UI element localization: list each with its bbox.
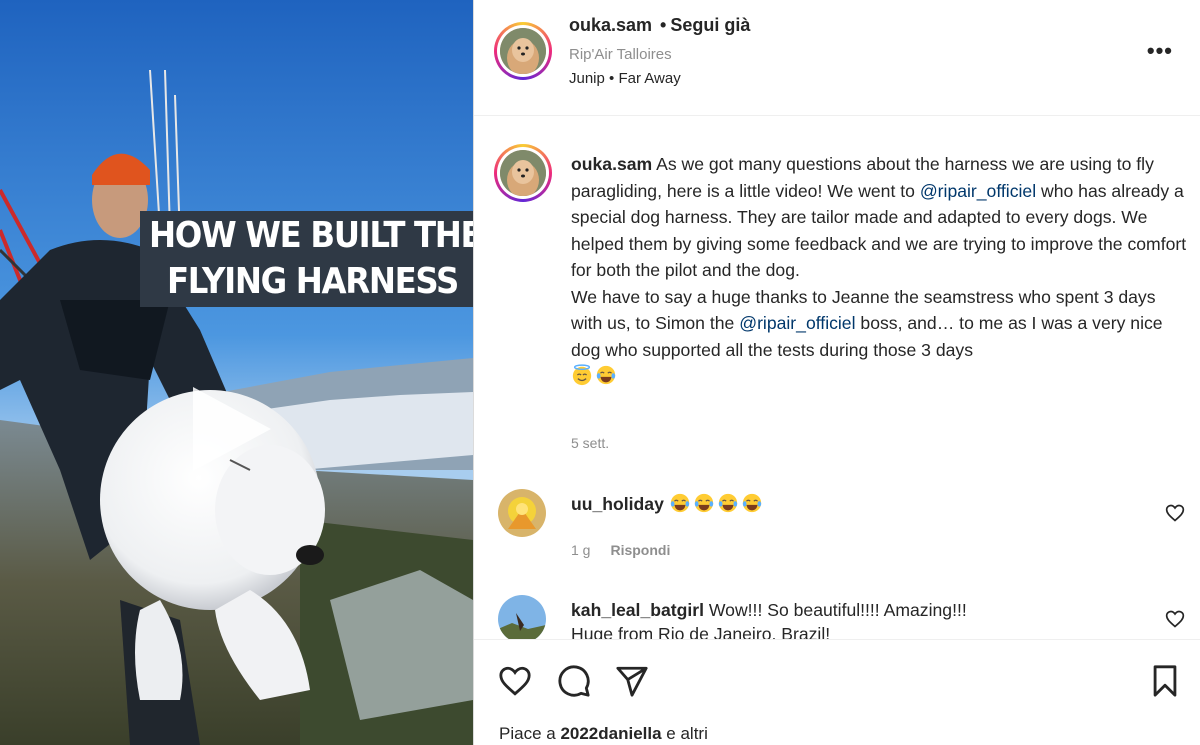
video-caption-overlay: HOW WE BUILT THE FLYING HARNESS bbox=[140, 211, 473, 307]
audio-artist[interactable]: Junip bbox=[569, 70, 605, 87]
audio-separator: • bbox=[609, 70, 615, 87]
post-side-panel: ouka.sam • Segui già Rip'Air Talloires Jun… bbox=[473, 0, 1200, 745]
commenter-avatar[interactable] bbox=[498, 489, 546, 537]
post-caption: ouka.sam As we got many questions about … bbox=[571, 151, 1191, 390]
audio-track[interactable]: Far Away bbox=[618, 70, 680, 87]
face-with-tears-of-joy-emoji bbox=[742, 493, 761, 513]
bookmark-icon[interactable] bbox=[1148, 664, 1182, 698]
header-separator: • bbox=[660, 15, 667, 35]
post-audio: Junip • Far Away bbox=[569, 70, 681, 87]
comment-text: uu_holiday bbox=[571, 492, 765, 516]
comment-body-line-2: Huge from Rio de Janeiro, Brazil! bbox=[571, 624, 831, 639]
commenter-username[interactable]: kah_leal_batgirl bbox=[571, 600, 704, 620]
commenter-avatar[interactable] bbox=[498, 595, 546, 639]
caption-username[interactable]: ouka.sam bbox=[571, 154, 652, 174]
avatar-image bbox=[498, 595, 546, 639]
face-with-tears-of-joy-emoji bbox=[670, 493, 689, 513]
reply-button[interactable]: Rispondi bbox=[610, 542, 670, 558]
author-avatar[interactable] bbox=[494, 22, 552, 80]
comment-text: kah_leal_batgirl Wow!!! So beautiful!!!!… bbox=[571, 598, 967, 639]
caption-mention-2[interactable]: @ripair_officiel bbox=[739, 313, 855, 333]
likes-summary: Piace a 2022daniella e altri bbox=[499, 724, 708, 744]
header-user-line: ouka.sam • Segui già bbox=[569, 15, 750, 36]
comment-body: Wow!!! So beautiful!!!! Amazing!!! bbox=[708, 600, 967, 620]
face-with-tears-of-joy-emoji bbox=[718, 493, 737, 513]
post-location[interactable]: Rip'Air Talloires bbox=[569, 46, 672, 63]
video-caption-line-2: FLYING HARNESS bbox=[167, 261, 459, 302]
caption-author-avatar[interactable] bbox=[494, 144, 552, 202]
likes-suffix[interactable]: e altri bbox=[662, 724, 708, 743]
commenter-username[interactable]: uu_holiday bbox=[571, 494, 664, 514]
comment-meta: 1 g Rispondi bbox=[571, 542, 670, 558]
post-header: ouka.sam • Segui già Rip'Air Talloires Jun… bbox=[474, 0, 1200, 116]
comment-timestamp[interactable]: 1 g bbox=[571, 542, 590, 558]
smiling-face-with-halo-emoji bbox=[572, 364, 592, 386]
comment-icon[interactable] bbox=[557, 664, 591, 698]
video-frame bbox=[0, 0, 473, 745]
face-with-tears-of-joy-emoji bbox=[596, 365, 616, 385]
follow-status-button[interactable]: Segui già bbox=[670, 15, 750, 35]
post-actions: Piace a 2022daniella e altri bbox=[474, 639, 1200, 745]
comment-like-heart-icon[interactable] bbox=[1165, 503, 1185, 523]
caption-timestamp[interactable]: 5 sett. bbox=[571, 435, 609, 451]
more-options-icon[interactable]: ••• bbox=[1147, 38, 1173, 64]
caption-mention-1[interactable]: @ripair_officiel bbox=[920, 181, 1036, 201]
comments-section[interactable]: ouka.sam As we got many questions about … bbox=[474, 117, 1200, 639]
heart-icon[interactable] bbox=[498, 664, 532, 698]
share-icon[interactable] bbox=[615, 664, 649, 698]
likes-prefix: Piace a bbox=[499, 724, 561, 743]
comment-like-heart-icon[interactable] bbox=[1165, 609, 1185, 629]
dog-avatar-image bbox=[500, 28, 546, 74]
avatar-image bbox=[498, 489, 546, 537]
dog-avatar-image bbox=[500, 150, 546, 196]
face-with-tears-of-joy-emoji bbox=[694, 493, 713, 513]
likes-user[interactable]: 2022daniella bbox=[560, 724, 661, 743]
play-icon[interactable] bbox=[183, 383, 275, 475]
post-media[interactable]: HOW WE BUILT THE FLYING HARNESS bbox=[0, 0, 473, 745]
author-username[interactable]: ouka.sam bbox=[569, 15, 652, 35]
video-caption-line-1: HOW WE BUILT THE bbox=[149, 215, 473, 256]
